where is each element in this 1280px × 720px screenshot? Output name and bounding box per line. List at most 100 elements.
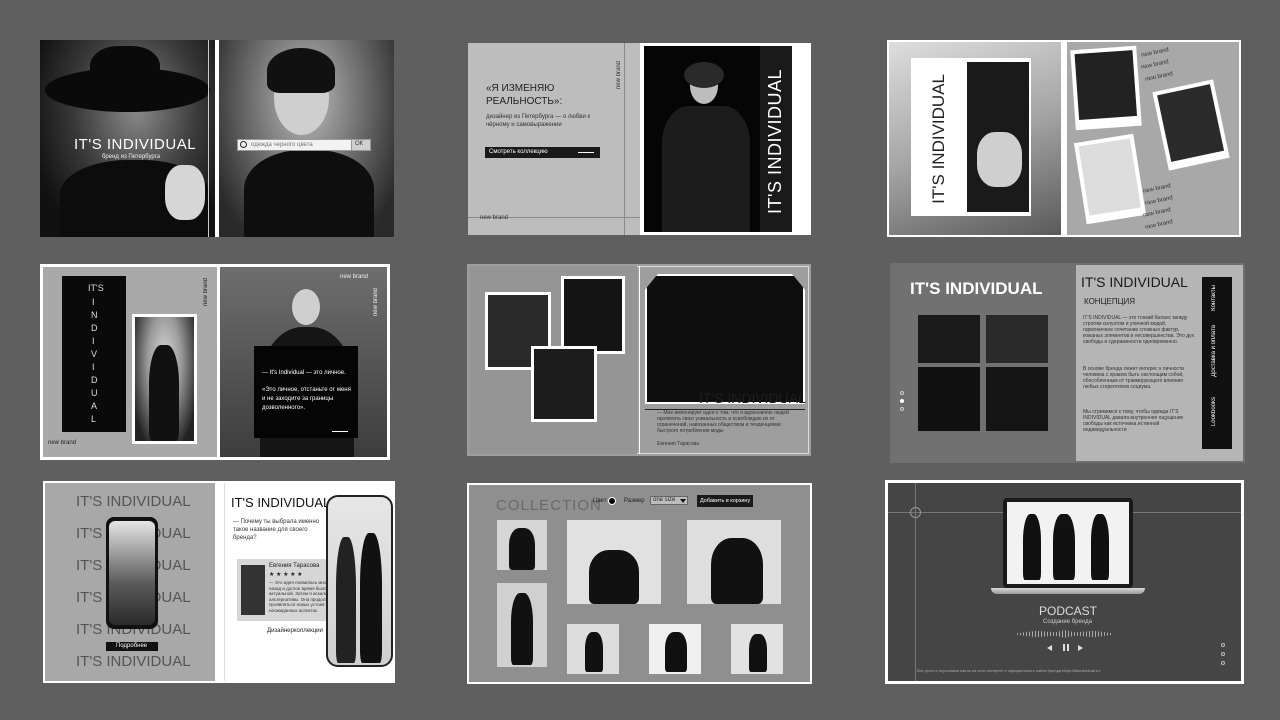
slide-title-right: IT'S INDIVIDUAL — [1081, 274, 1188, 290]
product-1[interactable] — [497, 520, 547, 570]
pagination-dot-3[interactable] — [900, 407, 904, 411]
slide-title: IT'S INDIVIDUAL — [231, 495, 331, 510]
brand-title: IT'S INDIVIDUAL — [74, 136, 197, 153]
hand — [165, 165, 205, 220]
polaroid-3-photo — [1078, 138, 1141, 216]
pagination-dot-1[interactable] — [900, 391, 904, 395]
hair — [267, 48, 335, 93]
tag-3: new brand — [340, 274, 369, 280]
vertical-letter-9: A — [91, 401, 98, 411]
vertical-letter-4: I — [92, 336, 95, 346]
polaroid-1-photo — [1074, 50, 1138, 120]
model-1 — [1023, 514, 1041, 580]
quote-desc: дизайнер из Петербурга — о любви к чёрно… — [486, 114, 591, 128]
collage-1 — [918, 315, 980, 363]
photo-woman-closeup — [564, 279, 622, 351]
slide-5[interactable]: IT'S INDIVIDUAL — Мне импонирует идея о … — [467, 264, 811, 456]
photo-woman-dress — [135, 317, 194, 441]
repeat-6: IT'S INDIVIDUAL — [76, 653, 191, 670]
slide-7[interactable]: IT'S INDIVIDUAL IT'S INDIVIDUAL IT'S IND… — [43, 481, 395, 683]
collage-2 — [986, 315, 1048, 363]
photo-two-women — [326, 495, 393, 667]
product-4[interactable] — [497, 583, 547, 667]
review-stars: ★ ★ ★ ★ ★ — [269, 572, 303, 578]
slide-8[interactable]: COLLECTION Цвет Размер one size Добавить… — [467, 483, 812, 684]
polaroid-1 — [1070, 45, 1142, 131]
guide-line-v — [624, 43, 625, 235]
quote-title: «Я ИЗМЕНЯЮ РЕАЛЬНОСТЬ»: — [486, 83, 563, 107]
face — [292, 289, 320, 325]
color-swatch-black[interactable] — [608, 497, 616, 505]
pagination-dot-2[interactable] — [1221, 652, 1225, 656]
photo-man — [644, 46, 769, 232]
view-collection-label: Смотреть коллекцию — [489, 149, 548, 155]
forward-icon[interactable] — [1078, 645, 1083, 651]
nav-contacts[interactable]: Контакты — [1211, 285, 1217, 311]
vertical-letter-2: N — [91, 310, 98, 320]
slide-4[interactable]: IT'S I N D I V I D U A L new brand new b… — [40, 264, 390, 460]
nav-lookbooks[interactable]: Lookbooks — [1211, 397, 1217, 426]
photo-woman-sitting — [645, 274, 805, 404]
vertical-letter-10: L — [91, 414, 97, 424]
collection-link[interactable]: Дизайнерколлекции — [267, 628, 323, 634]
vertical-letter-7: D — [91, 375, 98, 385]
body — [244, 150, 374, 237]
slide-1[interactable]: IT'S INDIVIDUAL бренд из Петербурга ОК — [40, 40, 394, 237]
concept-heading: КОНЦЕПЦИЯ — [1084, 297, 1136, 306]
phone-screen — [109, 521, 155, 625]
pause-icon[interactable] — [1063, 644, 1069, 651]
product-2[interactable] — [567, 520, 661, 604]
shoulder — [977, 132, 1022, 187]
frame-line — [208, 40, 209, 237]
coat — [662, 106, 750, 232]
concept-p1: IT'S INDIVIDUAL — это тонкий баланс межд… — [1083, 315, 1195, 345]
product-3[interactable] — [687, 520, 781, 604]
vertical-letter-5: V — [91, 349, 98, 359]
vertical-title: IT'S INDIVIDUAL — [929, 74, 948, 204]
slide-6[interactable]: IT'S INDIVIDUAL IT'S INDIVIDUAL КОНЦЕПЦИ… — [890, 263, 1245, 463]
add-to-cart-label: Добавить в корзину — [700, 498, 751, 504]
search-icon — [240, 141, 247, 148]
polaroid-2-photo — [1157, 84, 1225, 162]
repeat-1: IT'S INDIVIDUAL — [76, 493, 191, 510]
pagination-dot-3[interactable] — [1221, 661, 1225, 665]
concept-p2: В основе бренда лежит интерес к личности… — [1083, 366, 1185, 390]
polaroid-3 — [1073, 133, 1147, 225]
figure-2 — [360, 533, 382, 663]
side-nav — [1202, 277, 1232, 449]
slide-3[interactable]: IT'S INDIVIDUAL new brand new brand new … — [887, 40, 1241, 237]
details-label: Подробнее — [116, 643, 148, 649]
pagination-dot-1[interactable] — [1221, 643, 1225, 647]
crosshair-icon — [910, 507, 921, 518]
slide-title: IT'S INDIVIDUAL — [699, 390, 806, 406]
product-6[interactable] — [649, 624, 701, 674]
hat-crown — [90, 46, 160, 96]
podcast-title: PODCAST — [1039, 604, 1098, 618]
nav-delivery[interactable]: Доставка и оплата — [1211, 325, 1217, 377]
product-7[interactable] — [731, 624, 783, 674]
brand-subtitle: бренд из Петербурга — [102, 154, 161, 160]
collection-title: COLLECTION — [496, 497, 602, 514]
collage-3 — [918, 367, 980, 431]
arrow-right-icon — [578, 152, 594, 153]
rewind-icon[interactable] — [1047, 645, 1052, 651]
search-ok-label: ОК — [355, 141, 364, 147]
slide-9[interactable]: PODCAST Создание бренда Все фото и персо… — [885, 480, 1244, 684]
slide-2[interactable]: «Я ИЗМЕНЯЮ РЕАЛЬНОСТЬ»: дизайнер из Пете… — [468, 43, 811, 235]
author: Евгения Тарасова — [657, 441, 700, 447]
pagination-dot-2[interactable] — [900, 399, 904, 403]
model-3 — [1091, 514, 1109, 580]
vertical-letter-0: IT'S — [88, 283, 104, 293]
size-label: Размер — [624, 498, 645, 504]
review-avatar — [241, 565, 265, 615]
tag-1: new brand — [203, 278, 209, 307]
figure-1 — [336, 537, 356, 663]
laptop-base — [991, 588, 1145, 594]
product-5[interactable] — [567, 624, 619, 674]
search-input[interactable] — [251, 140, 361, 150]
hair — [684, 62, 724, 88]
laptop-screen — [1007, 502, 1129, 584]
slide-title-bold: IT'S INDIVIDUAL — [910, 279, 1043, 298]
quote-line-1: — It's Individual — это личное. — [262, 370, 346, 376]
credits-footer: Все фото и персонажи взяты из сети интер… — [917, 668, 1101, 673]
